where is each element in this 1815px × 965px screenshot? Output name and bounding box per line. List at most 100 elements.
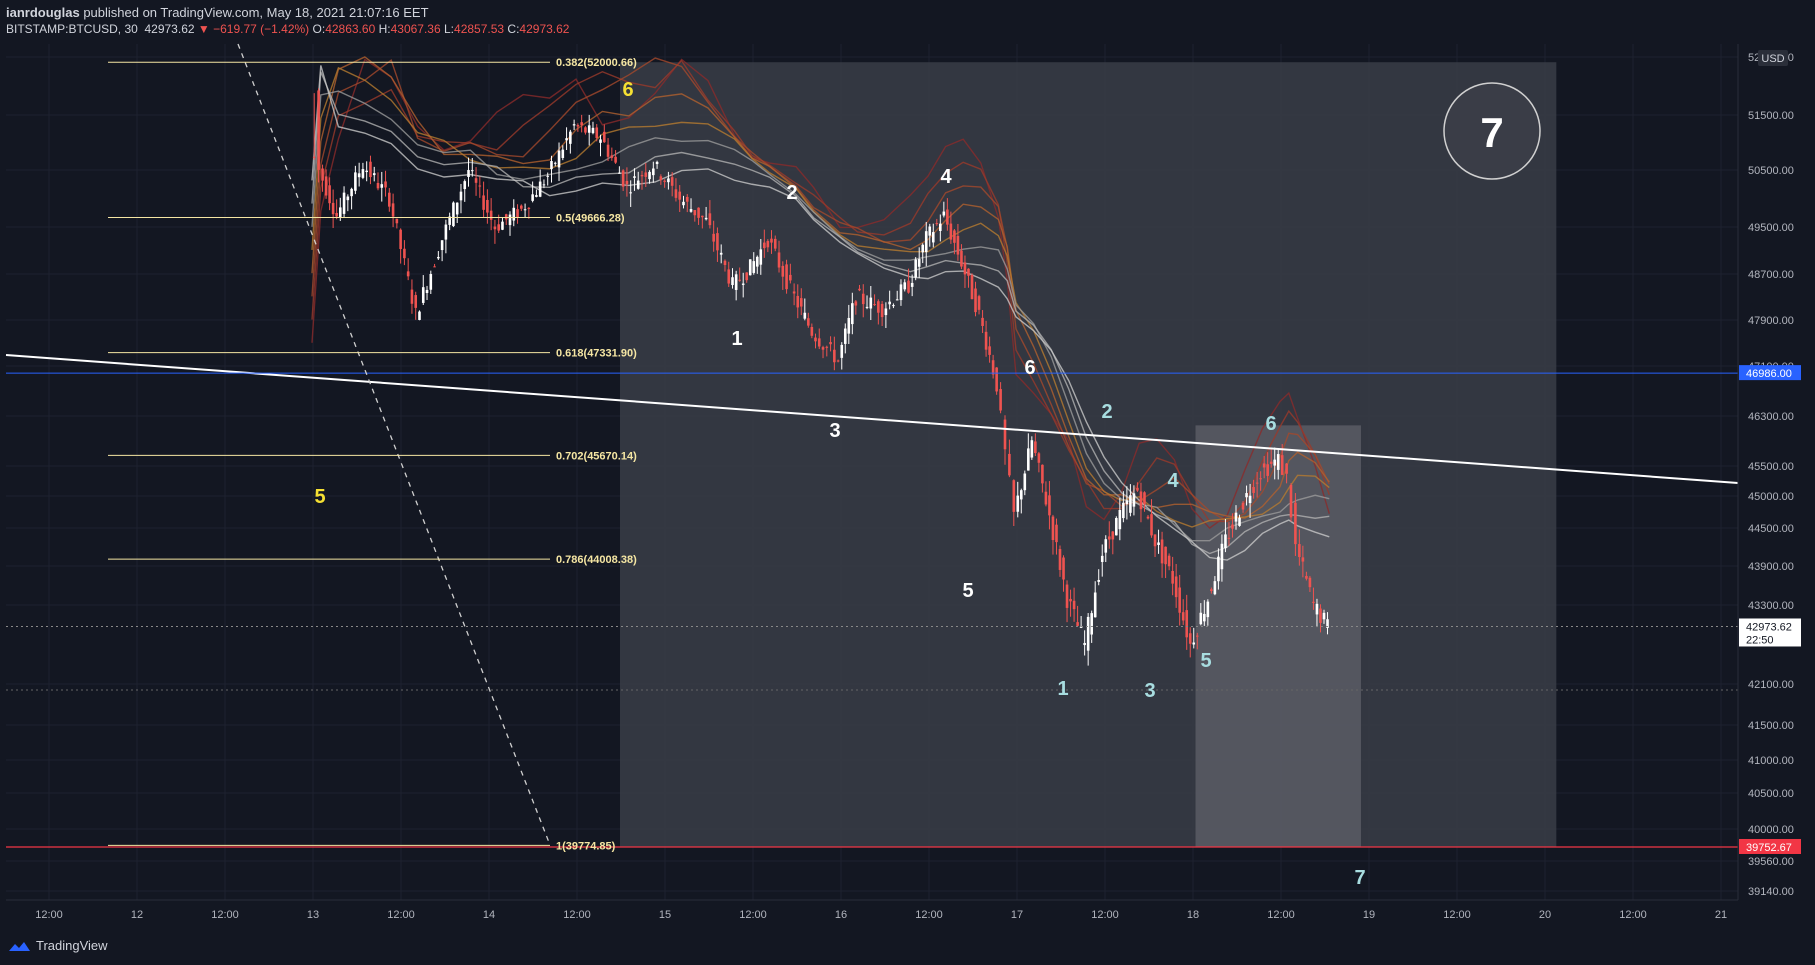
candle-body xyxy=(719,252,723,255)
candle-body xyxy=(497,224,500,231)
candle-body xyxy=(1203,613,1206,622)
time-axis[interactable]: 12:00 12 12:00 13 12:00 14 12:00 15 12:00 16 12:00… xyxy=(6,899,1738,921)
candle-body xyxy=(858,288,861,291)
candle-body xyxy=(1034,441,1037,454)
price-axis[interactable]: 52000.0051500.0050500.0049500.0048700.00… xyxy=(1737,44,1815,900)
high-label: H: xyxy=(378,22,391,36)
candle-body xyxy=(697,207,700,218)
price-tick-label: 45000.00 xyxy=(1748,491,1794,503)
time-tick-label: 19 xyxy=(1363,909,1375,921)
candle-body xyxy=(1289,484,1293,518)
tradingview-logo[interactable]: TradingView xyxy=(6,938,108,953)
candle-body xyxy=(1111,531,1115,540)
price-tick-label: 39140.00 xyxy=(1748,886,1794,898)
candle-body xyxy=(1003,419,1007,450)
candle-body xyxy=(1178,587,1181,613)
candle-body xyxy=(1153,534,1157,547)
candle-body xyxy=(625,180,629,185)
wave-label: 6 xyxy=(1024,357,1035,379)
candle-body xyxy=(825,346,829,348)
price-tick-label: 50500.00 xyxy=(1748,165,1794,177)
candle-body xyxy=(1224,534,1227,549)
symbol-name[interactable]: BITSTAMP:BTCUSD, 30 xyxy=(6,22,138,36)
candle-body xyxy=(1206,601,1210,618)
currency-badge[interactable]: USD xyxy=(1758,50,1788,66)
wave-label: 2 xyxy=(1101,401,1112,423)
candle-body xyxy=(988,346,991,355)
candle-body xyxy=(1298,544,1301,558)
candle-body xyxy=(907,280,910,293)
candle-body xyxy=(470,170,474,172)
candle-body xyxy=(1234,512,1238,522)
candle-body xyxy=(741,283,745,285)
candle-body xyxy=(376,182,380,189)
wave-circle-label: 7 xyxy=(1480,109,1503,156)
candle-body xyxy=(546,175,550,177)
time-tick-label: 12:00 xyxy=(739,909,767,921)
candle-body xyxy=(1192,642,1196,645)
candle-body xyxy=(1083,642,1086,646)
candle-body xyxy=(1195,635,1199,637)
candle-body xyxy=(880,303,884,318)
candle-body xyxy=(1090,613,1093,635)
candle-body xyxy=(361,169,365,178)
candle-body xyxy=(734,274,738,290)
author-name[interactable]: ianrdouglas xyxy=(6,5,80,20)
candle-body xyxy=(854,301,858,306)
candle-body xyxy=(1248,495,1252,504)
price-chart[interactable]: 0.382(52000.66) 0.5(49666.28) 0.618(47331.… xyxy=(0,0,1815,965)
candle-body xyxy=(1107,536,1111,540)
candle-body xyxy=(981,317,984,326)
candle-body xyxy=(903,282,907,290)
candle-body xyxy=(1164,546,1167,565)
candle-body xyxy=(1315,603,1319,615)
candle-body xyxy=(1185,610,1189,638)
candle-body xyxy=(755,256,759,267)
candle-body xyxy=(738,279,741,281)
last-price: 42973.62 xyxy=(144,22,195,36)
open-value: 42863.60 xyxy=(325,22,376,36)
candle-body xyxy=(1030,440,1034,458)
candle-body xyxy=(523,209,527,211)
time-tick-label: 12:00 xyxy=(1267,909,1295,921)
wave-label: 4 xyxy=(1167,470,1179,492)
candle-body xyxy=(829,342,832,345)
candle-body xyxy=(1269,461,1273,464)
price-tick-label: 40500.00 xyxy=(1748,788,1794,800)
candle-body xyxy=(796,295,800,308)
price-tag: 39752.67 xyxy=(1739,838,1801,854)
candle-body xyxy=(1027,448,1030,471)
price-tick-label: 48700.00 xyxy=(1748,269,1794,281)
candle-body xyxy=(395,218,399,224)
candle-body xyxy=(892,305,895,307)
candle-body xyxy=(1262,463,1266,468)
price-tick-label: 42100.00 xyxy=(1748,679,1794,691)
wave-label: 6 xyxy=(622,79,633,101)
candle-body xyxy=(636,180,640,189)
wave-box-large xyxy=(620,62,1557,847)
wave-label: 7 xyxy=(1354,867,1365,889)
time-tick-label: 12:00 xyxy=(35,909,63,921)
price-tick-label: 45500.00 xyxy=(1748,461,1794,473)
candle-body xyxy=(542,184,546,186)
candle-body xyxy=(474,178,478,183)
candle-body xyxy=(610,155,614,158)
candle-body xyxy=(372,173,376,176)
candle-body xyxy=(931,232,935,243)
cloud-icon xyxy=(9,941,30,951)
candle-body xyxy=(1157,542,1160,545)
wave-label: 5 xyxy=(962,580,973,602)
candle-body xyxy=(618,172,621,174)
candle-body xyxy=(967,268,970,276)
candle-body xyxy=(833,349,836,363)
candle-body xyxy=(569,131,572,144)
candle-body xyxy=(572,124,576,126)
candle-body xyxy=(752,261,756,273)
candle-body xyxy=(335,212,338,217)
candle-body xyxy=(538,181,542,197)
candle-body xyxy=(1217,556,1220,582)
candle-body xyxy=(486,199,489,213)
wave-label: 5 xyxy=(1200,650,1211,672)
candle-body xyxy=(587,125,591,133)
candle-body xyxy=(995,367,998,392)
